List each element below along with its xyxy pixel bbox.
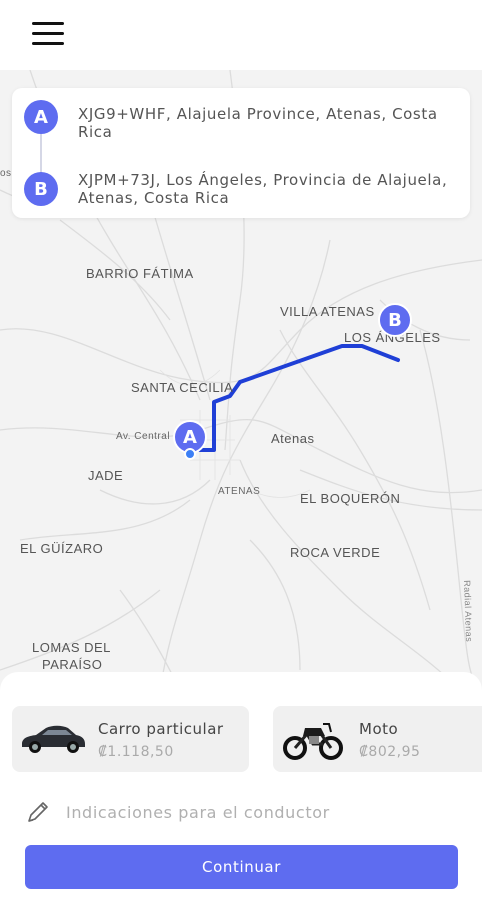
map-label-atenas: Atenas [271,431,315,446]
map-label-roca-verde: ROCA VERDE [290,545,381,560]
destination-marker-label: B [34,178,48,200]
map-label-atenas-small: ATENAS [218,486,261,497]
origin-marker-icon: A [24,100,58,134]
current-location-dot [184,448,196,460]
trip-options-panel: Carro particular ₡1.118,50 Moto ₡802,95 … [0,672,482,900]
map-label-lomas-del: LOMAS DEL [32,640,111,655]
destination-address[interactable]: XJPM+73J, Los Ángeles, Provincia de Alaj… [78,171,463,207]
continue-button[interactable]: Continuar [25,845,458,889]
map-label-el-boqueron: EL BOQUERÓN [300,491,401,506]
origin-address[interactable]: XJG9+WHF, Alajuela Province, Atenas, Cos… [78,105,463,141]
motorcycle-icon [283,723,343,760]
car-icon [22,725,85,753]
map-label-barrio-fatima: BARRIO FÁTIMA [86,266,194,281]
pencil-icon [28,802,48,822]
vehicle-price-moto: ₡802,95 [359,744,421,760]
hamburger-menu-icon[interactable] [30,20,68,48]
vehicle-option-moto[interactable]: Moto ₡802,95 [273,706,482,772]
origin-marker-label: A [34,106,48,128]
map-label-paraiso: PARAÍSO [42,657,103,672]
vehicle-name-moto: Moto [359,720,399,738]
map-marker-b-label: B [388,309,402,331]
map-label-villa-atenas: VILLA ATENAS [280,304,375,319]
map-label-santa-cecilia: SANTA CECILIA [131,380,234,395]
map-label-jade: JADE [88,468,124,483]
map-label-el-guizaro: EL GÜÍZARO [20,541,104,556]
driver-notes-input[interactable] [66,802,456,822]
map-label-av-central: Av. Central [116,431,171,442]
route-address-card: A B XJG9+WHF, Alajuela Province, Atenas,… [12,88,470,218]
vehicle-price-car: ₡1.118,50 [98,744,174,760]
vehicle-name-car: Carro particular [98,720,224,738]
map-marker-a-label: A [183,426,197,448]
map-label-radial-atenas: Radial Atenas [462,580,475,643]
map-marker-b[interactable]: B [378,303,412,337]
vehicle-option-car[interactable]: Carro particular ₡1.118,50 [12,706,249,772]
driver-notes-row[interactable] [24,796,464,828]
destination-marker-icon: B [24,172,58,206]
map-label-edge: os [0,168,12,179]
top-bar [0,0,482,70]
